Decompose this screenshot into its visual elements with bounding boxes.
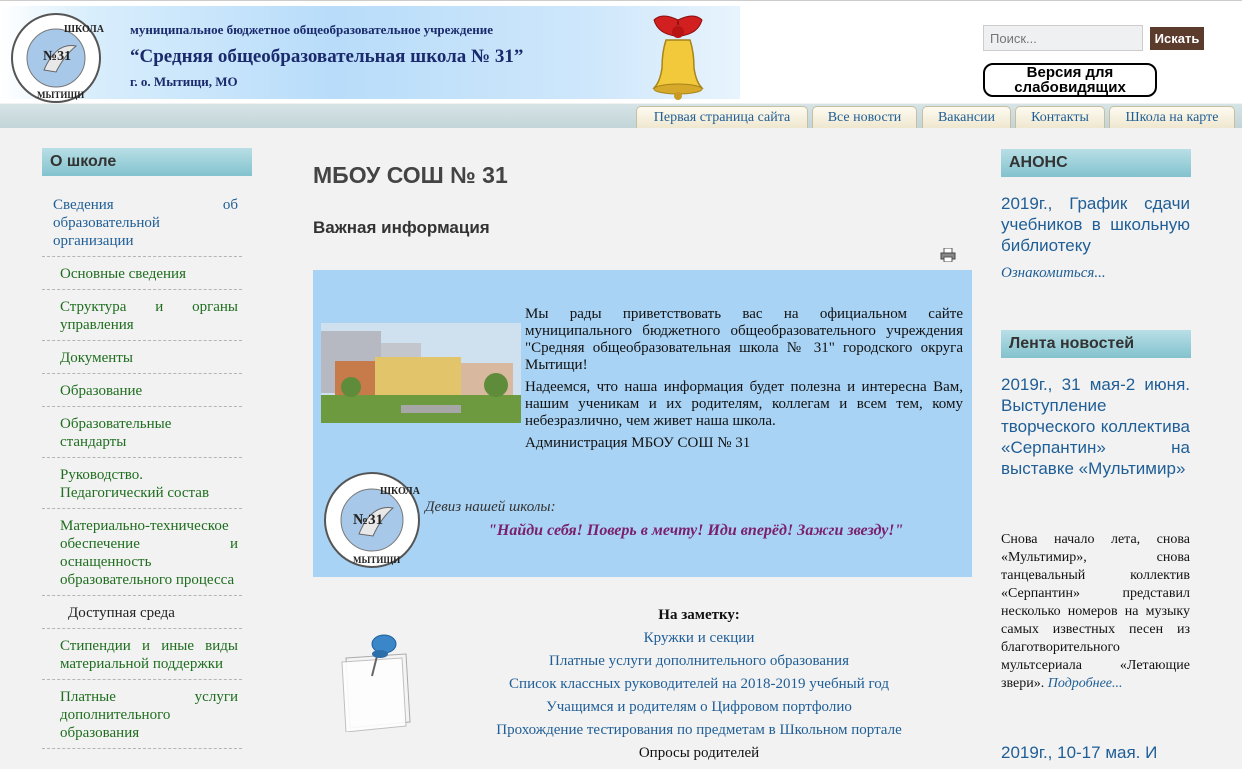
news-item-2-link[interactable]: 2019г., 10-17 мая. И (1001, 742, 1190, 763)
sidebar-item-paid-services[interactable]: Платные услуги дополнительного образован… (42, 680, 242, 749)
sidebar-item-standards[interactable]: Образовательные стандарты (42, 407, 242, 458)
nav-tab-school-map[interactable]: Школа на карте (1109, 106, 1235, 128)
welcome-box: Мы рады приветствовать вас на официально… (313, 270, 972, 577)
notes-link-parent-surveys[interactable]: Опросы родителей (470, 742, 928, 765)
welcome-paragraph-1: Мы рады приветствовать вас на официально… (525, 306, 963, 373)
nav-tab-vacancies[interactable]: Вакансии (922, 106, 1011, 128)
announce-link[interactable]: 2019г., График сдачи учебников в школьну… (1001, 193, 1190, 256)
notes-link-class-teachers[interactable]: Список классных руководителей на 2018-20… (470, 673, 928, 696)
sidebar-item-education[interactable]: Образование (42, 374, 242, 407)
note-pin-icon (341, 634, 411, 732)
nav-tab-contacts[interactable]: Контакты (1015, 106, 1105, 128)
news-item-1-body: Снова начало лета, снова «Мультимир», сн… (1001, 532, 1190, 691)
sidebar-item-scholarships[interactable]: Стипендии и иные виды материальной подде… (42, 629, 242, 680)
school-logo: №31 ШКОЛА МЫТИЩИ (11, 13, 105, 103)
svg-text:№31: №31 (43, 49, 71, 64)
bell-icon (652, 15, 704, 100)
sidebar-item-staff[interactable]: Руководство. Педагогический состав (42, 458, 242, 509)
svg-text:ШКОЛА: ШКОЛА (380, 486, 421, 497)
news-item-1-more-link[interactable]: Подробнее... (1048, 676, 1123, 691)
school-emblem: №31 ШКОЛА МЫТИЩИ (324, 472, 421, 568)
page-title: МБОУ СОШ № 31 (313, 162, 508, 188)
search-button[interactable]: Искать (1150, 27, 1204, 50)
sidebar-item-documents[interactable]: Документы (42, 341, 242, 374)
sidebar-item-accessibility[interactable]: Доступная среда (42, 596, 242, 629)
sidebar-item-facilities[interactable]: Материально-техническое обеспечение и ос… (42, 509, 242, 596)
nav-tab-all-news[interactable]: Все новости (812, 106, 917, 128)
svg-text:ШКОЛА: ШКОЛА (64, 24, 105, 35)
notes-block: На заметку: Кружки и секции Платные услу… (470, 604, 928, 765)
news-feed-title: Лента новостей (1001, 330, 1191, 358)
motto-label: Девиз нашей школы: (425, 499, 556, 515)
banner-org-type: муниципальное бюджетное общеобразователь… (130, 22, 493, 37)
welcome-paragraph-2: Надеемся, что наша информация будет поле… (525, 379, 963, 429)
school-banner[interactable]: №31 ШКОЛА МЫТИЩИ муниципальное бюджетное… (0, 6, 740, 103)
notes-link-clubs[interactable]: Кружки и секции (470, 627, 928, 650)
low-vision-line2: слабовидящих (1014, 79, 1126, 96)
sidebar-item-info[interactable]: Сведения об образовательной организации (42, 190, 242, 257)
news-item-1-link[interactable]: 2019г., 31 мая-2 июня. Выступление творч… (1001, 374, 1190, 479)
low-vision-line1: Версия для (1026, 64, 1114, 81)
notes-link-testing[interactable]: Прохождение тестирования по предметам в … (470, 719, 928, 742)
section-title: Важная информация (313, 218, 490, 237)
left-sidebar-title: О школе (42, 148, 252, 176)
notes-link-paid-services[interactable]: Платные услуги дополнительного образован… (470, 650, 928, 673)
banner-school-name: “Средняя общеобразовательная школа № 31” (130, 46, 524, 67)
welcome-signature: Администрация МБОУ СОШ № 31 (525, 435, 751, 451)
notes-link-portfolio[interactable]: Учащимся и родителям о Цифровом портфоли… (470, 696, 928, 719)
notes-heading: На заметку: (658, 607, 740, 623)
svg-text:№31: №31 (353, 512, 383, 528)
school-motto: "Найди себя! Поверь в мечту! Иди вперёд!… (488, 522, 904, 539)
announce-title: АНОНС (1001, 149, 1191, 177)
left-sidebar-menu: Сведения об образовательной организации … (42, 190, 242, 749)
sidebar-item-structure[interactable]: Структура и органы управления (42, 290, 242, 341)
sidebar-item-basic-info[interactable]: Основные сведения (42, 257, 242, 290)
print-icon[interactable] (940, 248, 956, 262)
banner-city: г. о. Мытищи, МО (130, 74, 238, 89)
welcome-text: Мы рады приветствовать вас на официально… (525, 306, 963, 457)
school-building-photo (321, 323, 521, 423)
news-item-1-text: Снова начало лета, снова «Мультимир», сн… (1001, 531, 1190, 693)
announce-more-link[interactable]: Ознакомиться... (1001, 265, 1106, 282)
search-input[interactable] (983, 25, 1143, 51)
svg-text:МЫТИЩИ: МЫТИЩИ (353, 555, 400, 565)
nav-tab-home[interactable]: Первая страница сайта (636, 106, 808, 128)
svg-text:МЫТИЩИ: МЫТИЩИ (37, 90, 84, 100)
low-vision-version-button[interactable]: Версия для слабовидящих (983, 63, 1157, 97)
